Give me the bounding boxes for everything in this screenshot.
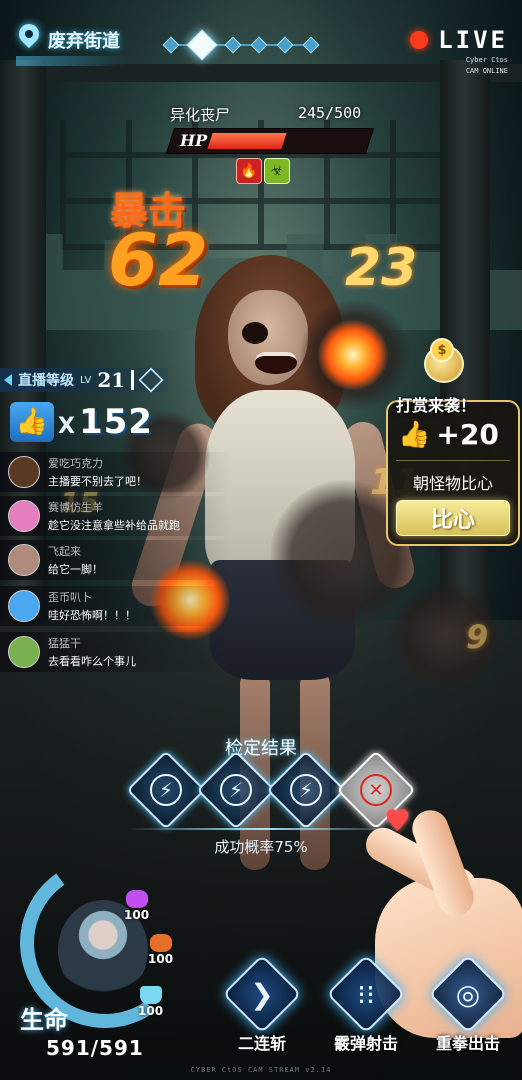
coin-icon: $ <box>430 338 454 362</box>
skill-label: 重拳出击 <box>435 1034 500 1053</box>
skill-label: 二连斩 <box>237 1034 286 1053</box>
likes-multiplier-x: X <box>58 413 75 439</box>
damage-number: 23 <box>345 238 418 298</box>
damage-number: 9 <box>466 618 489 656</box>
chat-username: 爱吃巧克力 <box>48 457 103 470</box>
level-prefix: LV <box>80 374 92 386</box>
tip-likes-value: +20 <box>436 418 499 451</box>
heart-icon: ♥ <box>384 804 411 839</box>
enemy-name: 异化丧尸 <box>170 106 231 124</box>
chat-message: 猛猛干 去看看咋么个事儿 <box>0 632 230 672</box>
chat-message: 歪币叭卜 哇好恐怖啊！！！ <box>0 586 230 626</box>
chat-text: 去看看咋么个事儿 <box>48 655 136 668</box>
brain-icon <box>125 890 148 908</box>
chat-text: 给它一脚！ <box>48 563 103 576</box>
stage-node <box>276 36 294 54</box>
enemy-hp-value: 245/500 <box>298 104 362 122</box>
location-indicator: 废弃街道 <box>16 24 120 56</box>
live-record-dot-icon <box>410 31 429 49</box>
chat-text: 主播要不别去了吧！ <box>48 475 147 488</box>
collapse-arrow-icon[interactable] <box>4 374 12 386</box>
live-sub-line-1: Cyber Ctos <box>465 56 508 64</box>
tip-likes-reward: 👍 +20 <box>398 418 499 451</box>
thirst-value: 100 <box>138 1004 164 1018</box>
fail-x-icon: ✕ <box>360 774 392 806</box>
chat-message: 爱吃巧克力 主播要不别去了吧！ <box>0 452 230 492</box>
stream-level-bar[interactable]: 直播等级 LV 21 <box>0 367 169 393</box>
hunger-stat: 100 <box>148 934 173 966</box>
lightning-bolt-icon: ⚡ <box>220 774 252 806</box>
water-cup-icon <box>139 986 162 1004</box>
hunger-value: 100 <box>148 952 174 966</box>
thumbs-up-icon: 👍 <box>10 402 54 442</box>
stream-level-value: 21 <box>97 368 126 392</box>
location-name: 废弃街道 <box>48 31 120 52</box>
stage-node <box>250 36 268 54</box>
hp-label: HP <box>180 131 208 150</box>
chat-message: 飞起来 给它一脚！ <box>0 540 230 580</box>
tip-event-title: 打赏来袭！ <box>396 396 477 415</box>
brass-knuckles-icon: ◎ <box>455 978 481 1011</box>
heart-gesture-button[interactable]: 比心 <box>396 500 510 536</box>
chat-username: 歪币叭卜 <box>48 591 92 604</box>
zombie-mouth <box>255 352 297 374</box>
stage-node-current <box>186 29 218 61</box>
chat-message: 赛博仿生羊 趁它没注意拿些补给品就跑 <box>0 496 230 536</box>
live-sub-line-2: CAM ONLINE <box>465 67 508 75</box>
likes-counter: 👍 X 152 <box>10 402 153 442</box>
life-value: 591/591 <box>46 1036 144 1060</box>
avatar <box>8 456 40 488</box>
left-pillar <box>0 60 46 620</box>
chat-username: 飞起来 <box>48 545 81 558</box>
stage-node <box>302 36 320 54</box>
stomach-icon <box>149 934 172 952</box>
sanity-stat: 100 <box>124 890 149 922</box>
shotgun-shells-icon: ⁝⁝ <box>357 978 375 1011</box>
biohazard-status-icon[interactable]: ☣ <box>264 158 290 184</box>
check-success-slot: ⚡ <box>126 750 206 830</box>
map-pin-icon <box>16 24 42 56</box>
tip-divider <box>396 460 510 461</box>
stage-node <box>224 36 242 54</box>
avatar <box>8 636 40 668</box>
chat-text: 趁它没注意拿些补给品就跑 <box>48 519 180 532</box>
stream-footer-text: CYBER CtOS CAM STREAM v2.14 <box>190 1066 332 1074</box>
lightning-bolt-icon: ⚡ <box>290 774 322 806</box>
avatar <box>8 500 40 532</box>
chat-text: 哇好恐怖啊！！！ <box>48 609 136 622</box>
stage-node <box>162 36 180 54</box>
stream-level-label: 直播等级 <box>18 373 74 389</box>
avatar <box>8 590 40 622</box>
chat-username: 猛猛干 <box>48 637 81 650</box>
critical-damage-value: 62 <box>108 218 209 302</box>
check-result-title: 检定结果 <box>225 738 297 759</box>
check-success-slot: ⚡ <box>266 750 346 830</box>
fire-status-icon[interactable]: 🔥 <box>236 158 262 184</box>
avatar <box>8 544 40 576</box>
enemy-hp-fill <box>207 133 287 149</box>
life-label: 生命 <box>20 1005 68 1034</box>
thumbs-up-icon: 👍 <box>398 419 431 450</box>
location-underline <box>16 56 126 66</box>
stage-progress <box>162 29 320 61</box>
sanity-value: 100 <box>124 908 150 922</box>
live-indicator: LIVE Cyber Ctos CAM ONLINE <box>410 26 508 76</box>
muzzle-flash-effect <box>318 320 388 390</box>
lightning-bolt-icon: ⚡ <box>150 774 182 806</box>
zombie-eye <box>242 322 268 344</box>
likes-count: 152 <box>78 402 153 442</box>
live-label: LIVE <box>438 26 508 54</box>
thirst-stat: 100 <box>138 986 163 1018</box>
tip-action-text: 朝怪物比心 <box>412 474 493 493</box>
cube-box-icon[interactable] <box>138 367 164 393</box>
chat-username: 赛博仿生羊 <box>48 501 103 514</box>
check-success-slot: ⚡ <box>196 750 276 830</box>
double-slash-icon: ❯ <box>250 978 274 1011</box>
level-divider <box>131 370 135 390</box>
skill-label: 霰弹射击 <box>333 1034 398 1053</box>
